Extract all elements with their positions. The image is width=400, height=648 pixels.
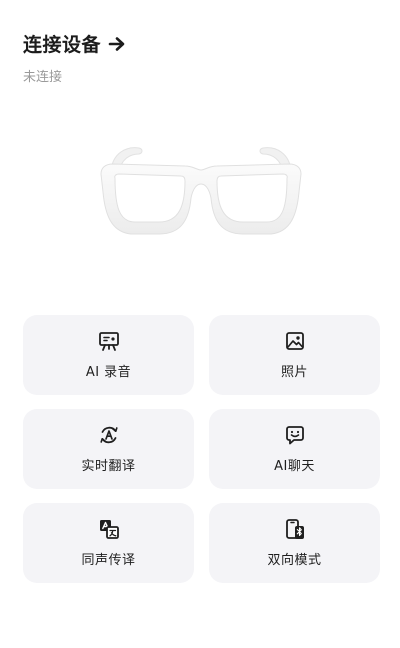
feature-card-simultaneous-interpretation[interactable]: 同声传译 <box>23 503 194 583</box>
feature-grid: AI 录音 照片 实时翻译 AI聊天 同声传译 双向模式 <box>23 315 380 583</box>
recorder-icon <box>98 330 120 352</box>
feature-label: 同声传译 <box>81 553 136 568</box>
photo-icon <box>284 330 306 352</box>
feature-card-two-way-mode[interactable]: 双向模式 <box>209 503 380 583</box>
feature-label: AI聊天 <box>274 459 315 474</box>
header: 连接设备 未连接 <box>23 30 127 85</box>
feature-card-realtime-translation[interactable]: 实时翻译 <box>23 409 194 489</box>
feature-card-photo[interactable]: 照片 <box>209 315 380 395</box>
feature-card-ai-recording[interactable]: AI 录音 <box>23 315 194 395</box>
connect-device-link[interactable]: 连接设备 <box>23 30 127 57</box>
page-title: 连接设备 <box>23 34 102 56</box>
glasses-illustration <box>95 140 307 240</box>
interpret-icon <box>98 518 120 540</box>
connection-status: 未连接 <box>23 70 63 85</box>
feature-card-ai-chat[interactable]: AI聊天 <box>209 409 380 489</box>
chat-icon <box>284 424 306 446</box>
feature-label: AI 录音 <box>85 365 132 380</box>
arrow-right-icon <box>107 34 127 54</box>
phone-bluetooth-icon <box>284 518 306 540</box>
feature-label: 照片 <box>280 365 308 380</box>
translate-icon <box>98 424 120 446</box>
feature-label: 双向模式 <box>267 553 322 568</box>
feature-label: 实时翻译 <box>81 459 136 474</box>
